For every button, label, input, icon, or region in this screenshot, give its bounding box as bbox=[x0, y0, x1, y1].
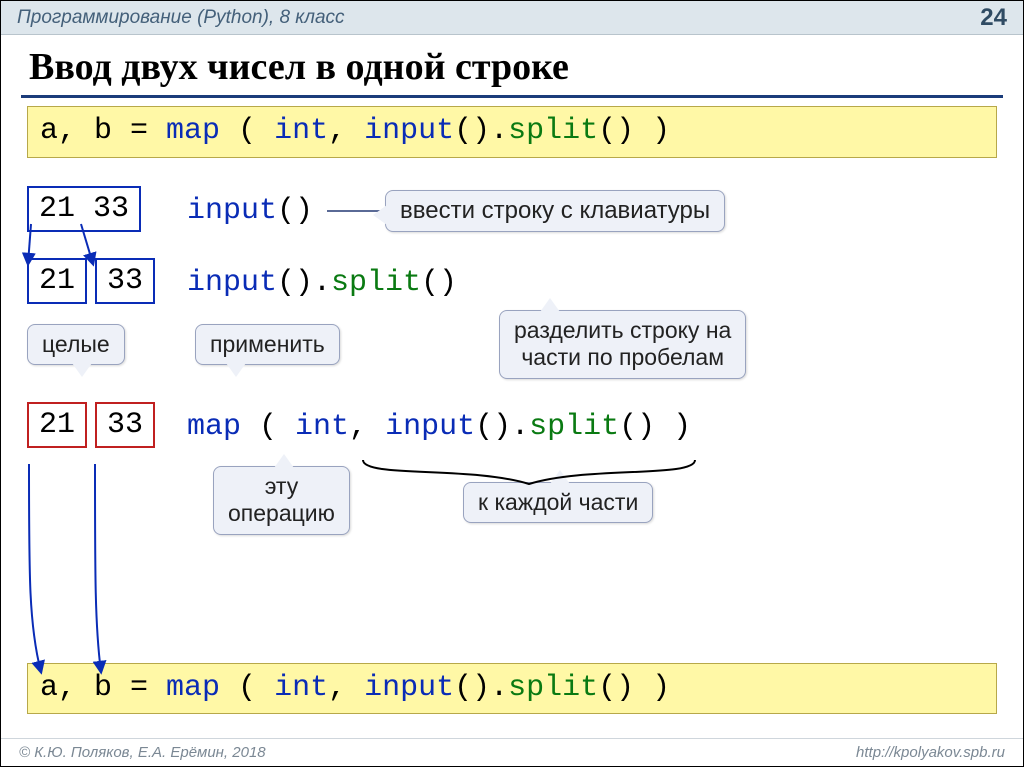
callout-each: к каждой части bbox=[463, 482, 653, 524]
page-title: Ввод двух чисел в одной строке bbox=[1, 35, 1023, 95]
map-box-b: 33 bbox=[95, 402, 155, 448]
copyright: © К.Ю. Поляков, Е.А. Ерёмин, 2018 bbox=[19, 744, 266, 761]
callout-split-parts: разделить строку на части по пробелам bbox=[499, 310, 746, 379]
content-area: a, b = map ( int , input (). split () ) … bbox=[1, 106, 1023, 746]
code-input: input() bbox=[187, 194, 313, 228]
code-line-top: a, b = map ( int , input (). split () ) bbox=[27, 106, 997, 158]
map-box-a: 21 bbox=[27, 402, 87, 448]
callout-op: эту операцию bbox=[213, 466, 350, 535]
page-number: 24 bbox=[980, 4, 1007, 32]
annotations-row-2: эту операцию к каждой части bbox=[27, 462, 997, 558]
slide: Программирование (Python), 8 класс 24 Вв… bbox=[0, 0, 1024, 767]
split-box-b: 33 bbox=[95, 258, 155, 304]
source-url: http://kpolyakov.spb.ru bbox=[856, 744, 1005, 761]
callout-input: ввести строку с клавиатуры bbox=[385, 190, 725, 233]
split-box-a: 21 bbox=[27, 258, 87, 304]
callout-apply: применить bbox=[195, 324, 340, 366]
row-map: 21 33 map ( int, input().split() ) bbox=[27, 388, 997, 458]
code-line-bottom: a, b = map ( int , input (). split () ) bbox=[27, 663, 997, 715]
input-box-raw: 21 33 bbox=[27, 186, 141, 232]
header-bar: Программирование (Python), 8 класс 24 bbox=[1, 1, 1023, 35]
code-split: input().split() bbox=[187, 266, 457, 300]
title-underline bbox=[21, 95, 1003, 98]
callout-whole: целые bbox=[27, 324, 125, 366]
code-map: map ( int, input().split() ) bbox=[187, 410, 691, 444]
footer: © К.Ю. Поляков, Е.А. Ерёмин, 2018 http:/… bbox=[1, 738, 1023, 766]
row-input: 21 33 input() ввести строку с клавиатуры bbox=[27, 172, 997, 240]
course-label: Программирование (Python), 8 класс bbox=[17, 7, 345, 29]
row-split: 21 33 input().split() bbox=[27, 244, 997, 314]
annotations-row: целые применить разделить строку на част… bbox=[27, 318, 997, 388]
